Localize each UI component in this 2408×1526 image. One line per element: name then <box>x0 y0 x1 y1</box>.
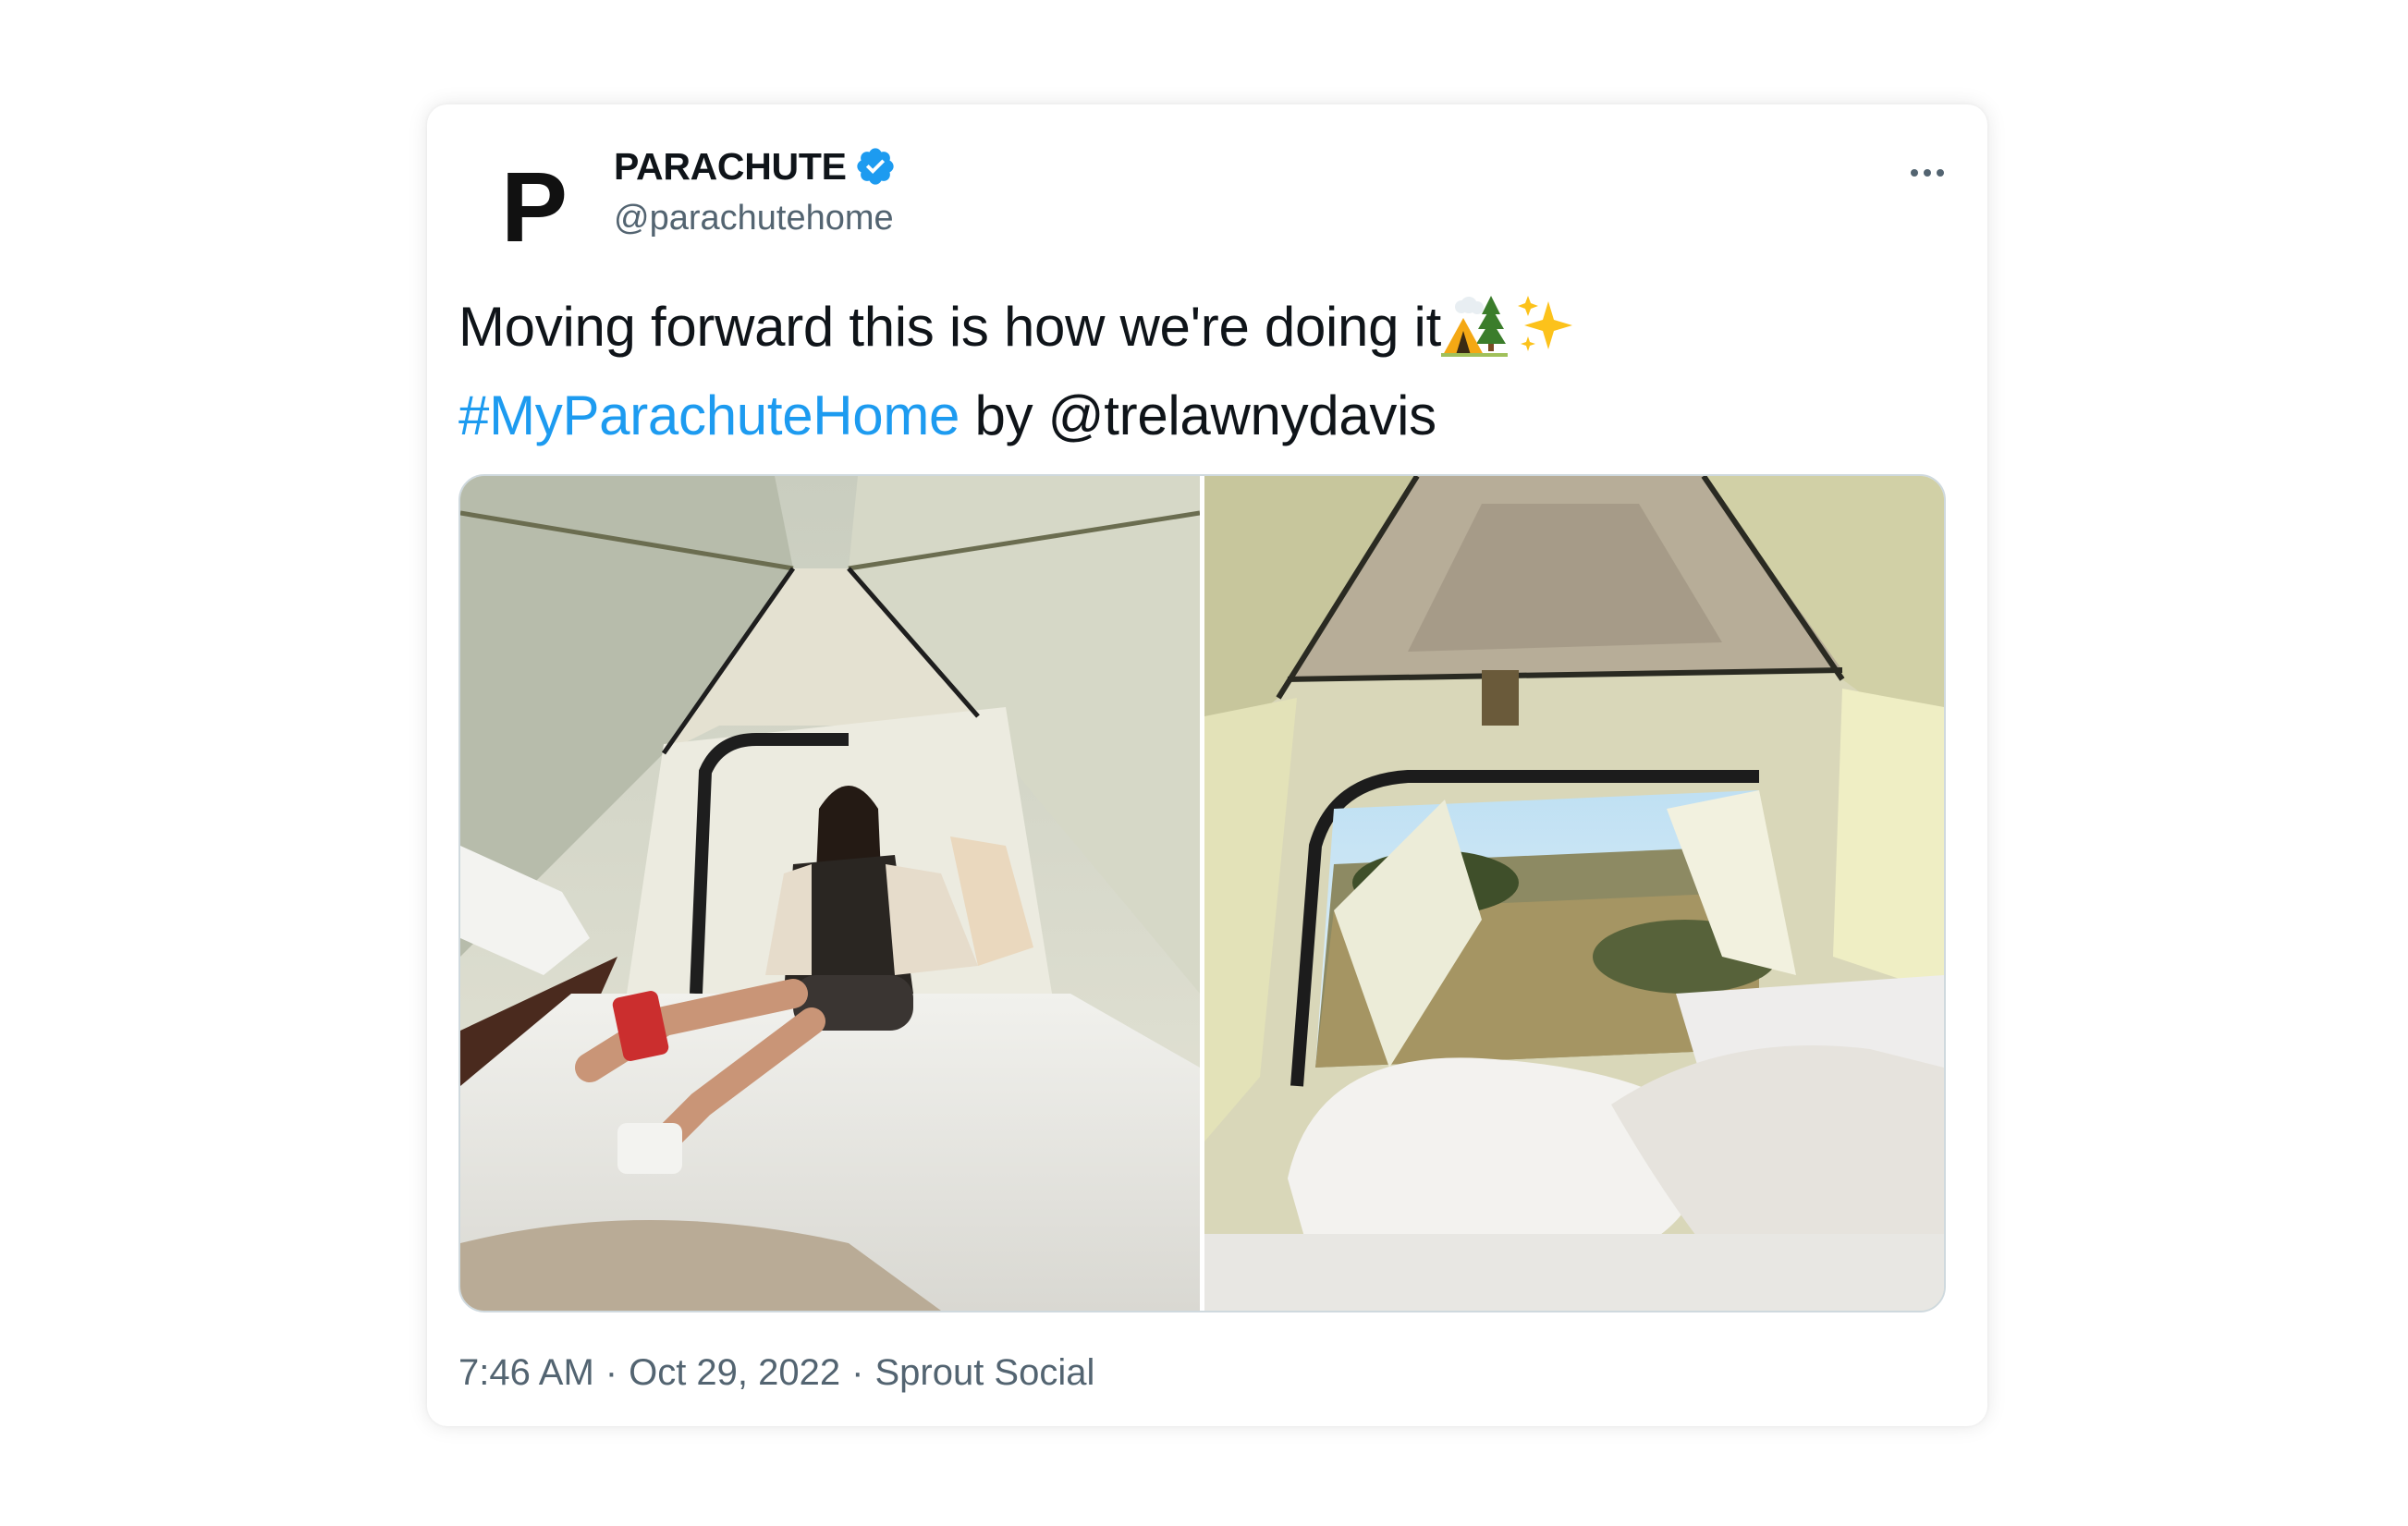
footer-separator: · <box>605 1352 618 1393</box>
author-name-row: PARACHUTE <box>614 141 897 191</box>
hashtag-link[interactable]: #MyParachuteHome <box>458 385 960 446</box>
more-dot-icon <box>1911 169 1918 177</box>
tent-door-view-landscape-photo[interactable] <box>1204 476 1944 1311</box>
author-display-name[interactable]: PARACHUTE <box>614 145 847 189</box>
media-grid <box>458 474 1946 1312</box>
footer-separator: · <box>851 1352 864 1393</box>
tweet-date[interactable]: Oct 29, 2022 <box>629 1352 840 1394</box>
camping-emoji-icon <box>1440 292 1515 378</box>
sparkles-emoji-icon <box>1515 292 1578 378</box>
tweet-footer: 7:46 AM · Oct 29, 2022 · Sprout Social <box>458 1352 1094 1394</box>
tweet-time[interactable]: 7:46 AM <box>458 1352 594 1394</box>
author-handle[interactable]: @parachutehome <box>614 199 894 238</box>
by-text: by <box>974 385 1033 446</box>
tweet-text: Moving forward this is how we're doing i… <box>458 289 1937 454</box>
mention-link[interactable]: @trelawnydavis <box>1048 385 1437 446</box>
more-dot-icon <box>1924 169 1931 177</box>
avatar[interactable]: P <box>471 141 597 267</box>
tweet-source[interactable]: Sprout Social <box>874 1352 1094 1394</box>
more-options-button[interactable] <box>1895 145 1960 201</box>
verified-badge-icon <box>854 145 897 188</box>
tweet-card: P PARACHUTE @parachutehome Moving forwar… <box>427 104 1987 1426</box>
tweet-text-line1: Moving forward this is how we're doing i… <box>458 296 1441 358</box>
tent-interior-woman-on-bed-photo[interactable] <box>460 476 1200 1311</box>
avatar-logo-letter: P <box>500 151 568 262</box>
more-dot-icon <box>1937 169 1944 177</box>
